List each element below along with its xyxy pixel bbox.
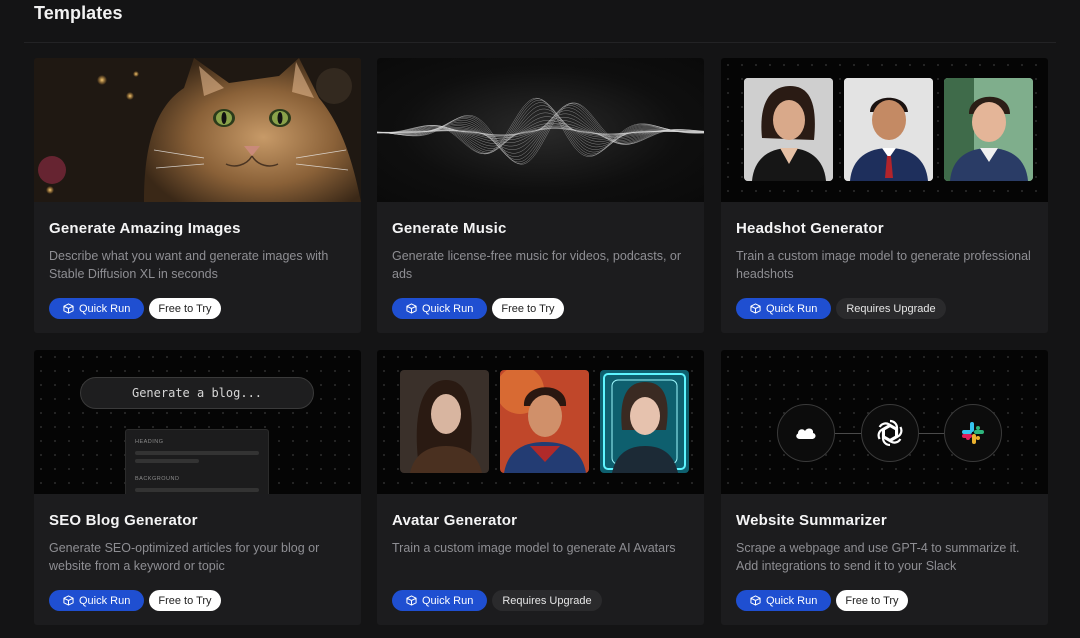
flow-connector <box>835 433 861 434</box>
quick-run-button[interactable]: Quick Run <box>736 590 832 611</box>
template-card-images[interactable]: Generate Amazing Images Describe what yo… <box>34 58 361 333</box>
quick-run-button[interactable]: Quick Run <box>49 590 145 611</box>
cube-icon <box>750 303 761 314</box>
card-actions: Quick Run Free to Try <box>49 298 221 319</box>
quick-run-label: Quick Run <box>422 302 474 315</box>
card-description: Train a custom image model to generate p… <box>736 249 1031 281</box>
avatar-photo-woman-dark <box>400 370 489 473</box>
openai-icon <box>861 404 919 462</box>
card-description: Generate license-free music for videos, … <box>392 249 682 281</box>
card-actions: Quick Run Free to Try <box>392 298 564 319</box>
headshot-photo-woman <box>744 78 833 181</box>
card-description: Describe what you want and generate imag… <box>49 249 329 281</box>
sound-wave-icon <box>377 97 704 165</box>
quick-run-label: Quick Run <box>79 594 131 607</box>
quick-run-button[interactable]: Quick Run <box>736 298 832 319</box>
headshot-photos-hero <box>721 58 1048 202</box>
quick-run-label: Quick Run <box>766 302 818 315</box>
panel-label-heading: HEADING <box>135 439 164 445</box>
card-title: Generate Music <box>392 220 507 237</box>
panel-label-background: BACKGROUND <box>135 476 180 482</box>
panel-line <box>135 451 259 455</box>
page-title: Templates <box>34 3 123 23</box>
headshot-photo-man-suit <box>844 78 933 181</box>
integration-flow-hero <box>721 350 1048 494</box>
quick-run-button[interactable]: Quick Run <box>392 590 488 611</box>
card-description: Generate SEO-optimized articles for your… <box>49 541 320 573</box>
cube-icon <box>406 595 417 606</box>
card-actions: Quick Run Free to Try <box>736 590 908 611</box>
title-divider <box>24 42 1056 43</box>
avatar-photo-hero-man <box>500 370 589 473</box>
panel-line <box>135 488 259 492</box>
template-card-music[interactable]: Generate Music Generate license-free mus… <box>377 58 704 333</box>
template-card-headshot[interactable]: Headshot Generator Train a custom image … <box>721 58 1048 333</box>
card-title: Generate Amazing Images <box>49 220 241 237</box>
avatar-photos-hero <box>377 350 704 494</box>
panel-line <box>135 459 199 463</box>
cube-icon <box>63 303 74 314</box>
blog-outline-panel: HEADING BACKGROUND <box>125 429 269 494</box>
headshot-photo-young-man <box>944 78 1033 181</box>
card-title: Website Summarizer <box>736 512 887 529</box>
cat-photo-icon <box>34 58 361 202</box>
card-title: SEO Blog Generator <box>49 512 198 529</box>
card-actions: Quick Run Requires Upgrade <box>392 590 602 611</box>
cube-icon <box>750 595 761 606</box>
card-title: Avatar Generator <box>392 512 518 529</box>
requires-upgrade-badge: Requires Upgrade <box>492 590 602 611</box>
quick-run-button[interactable]: Quick Run <box>49 298 145 319</box>
cube-icon <box>63 595 74 606</box>
card-actions: Quick Run Requires Upgrade <box>736 298 946 319</box>
free-to-try-badge: Free to Try <box>149 298 221 319</box>
quick-run-button[interactable]: Quick Run <box>392 298 488 319</box>
blog-prompt-input: Generate a blog... <box>80 377 314 409</box>
cube-icon <box>406 303 417 314</box>
quick-run-label: Quick Run <box>766 594 818 607</box>
requires-upgrade-badge: Requires Upgrade <box>836 298 946 319</box>
avatar-photo-neon-woman <box>600 370 689 473</box>
card-description: Scrape a webpage and use GPT-4 to summar… <box>736 541 1020 573</box>
flow-connector <box>918 433 944 434</box>
cloud-icon <box>777 404 835 462</box>
template-card-seo-blog[interactable]: Generate a blog... HEADING BACKGROUND SE… <box>34 350 361 625</box>
free-to-try-badge: Free to Try <box>492 298 564 319</box>
quick-run-label: Quick Run <box>79 302 131 315</box>
sound-wave-hero <box>377 58 704 202</box>
card-actions: Quick Run Free to Try <box>49 590 221 611</box>
cat-photo-hero <box>34 58 361 202</box>
quick-run-label: Quick Run <box>422 594 474 607</box>
template-card-avatar[interactable]: Avatar Generator Train a custom image mo… <box>377 350 704 625</box>
template-card-website-summarizer[interactable]: Website Summarizer Scrape a webpage and … <box>721 350 1048 625</box>
blog-input-hero: Generate a blog... HEADING BACKGROUND <box>34 350 361 494</box>
free-to-try-badge: Free to Try <box>836 590 908 611</box>
card-title: Headshot Generator <box>736 220 884 237</box>
card-description: Train a custom image model to generate A… <box>392 541 676 555</box>
free-to-try-badge: Free to Try <box>149 590 221 611</box>
slack-icon <box>944 404 1002 462</box>
